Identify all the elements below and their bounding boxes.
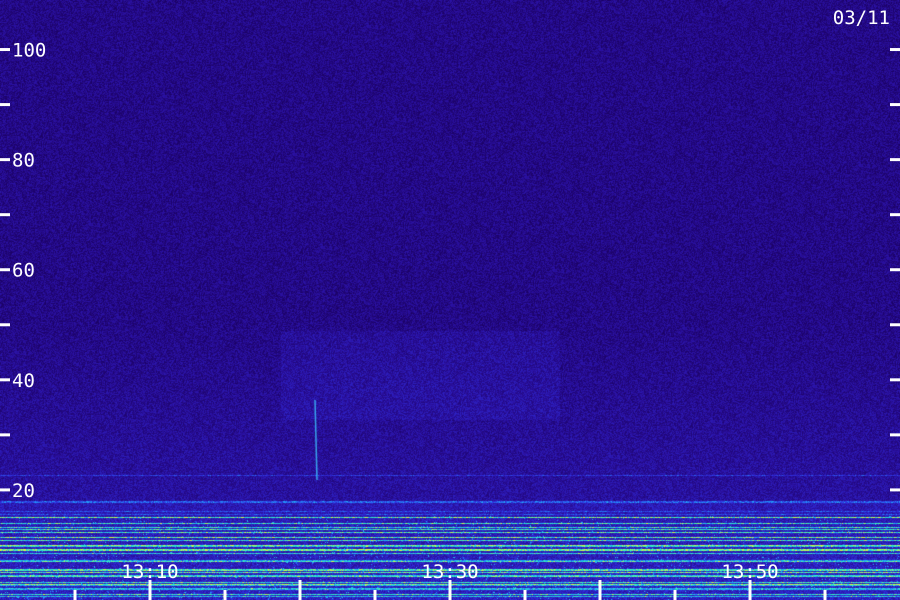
x-tick-label: 13:10 xyxy=(121,561,178,583)
x-tick-label: 13:30 xyxy=(421,561,478,583)
spectrogram-axes: 03/11 100 80 60 40 20 13:10 13:30 13:50 xyxy=(0,7,900,600)
y-tick-label: 40 xyxy=(12,370,35,392)
y-tick-label: 100 xyxy=(12,40,46,62)
y-tick-label: 60 xyxy=(12,260,35,282)
y-tick-label: 80 xyxy=(12,150,35,172)
tick-group: 100 80 60 40 20 13:10 13:30 13:50 xyxy=(0,40,900,600)
y-tick-label: 20 xyxy=(12,480,35,502)
date-label: 03/11 xyxy=(833,7,890,29)
x-tick-label: 13:50 xyxy=(721,561,778,583)
